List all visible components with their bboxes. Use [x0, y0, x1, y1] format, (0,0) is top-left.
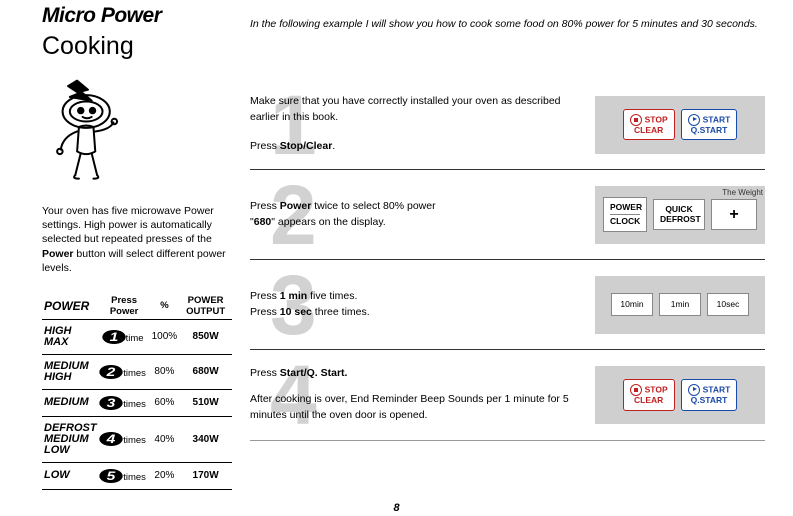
- time-1min-button[interactable]: 1min: [659, 293, 701, 316]
- row-output: 170W: [179, 462, 232, 489]
- stop-clear-button[interactable]: STOP CLEAR: [623, 109, 675, 140]
- stop-icon: [630, 114, 642, 126]
- step4-text-b: After cooking is over, End Reminder Beep…: [250, 392, 581, 424]
- table-row: MEDIUMHIGH2times80%680W: [42, 354, 232, 389]
- step2-b-post: " appears on the display.: [271, 216, 385, 228]
- defrost-l2: DEFROST: [660, 215, 698, 224]
- power-table: POWER Press Power % POWER OUTPUT HIGHMAX…: [42, 293, 232, 490]
- plus-button[interactable]: +: [711, 199, 757, 231]
- step2-a-bold: Power: [280, 200, 312, 212]
- oven-note: Your oven has five microwave Power setti…: [42, 204, 242, 275]
- table-row: DEFROSTMEDIUMLOW4times40%340W: [42, 416, 232, 462]
- time-10min-button[interactable]: 10min: [611, 293, 653, 316]
- row-label: HIGHMAX: [42, 319, 99, 354]
- panel-step3: 10min 1min 10sec: [595, 276, 765, 334]
- start-icon: [688, 114, 700, 126]
- step1-text-a: Make sure that you have correctly instal…: [250, 94, 581, 126]
- panel-step2: The Weight POWER CLOCK QUICK DEFROST +: [595, 186, 765, 244]
- start-l2-b: Q.START: [688, 396, 731, 405]
- start-l1: START: [703, 114, 731, 124]
- start-qstart-button[interactable]: START Q.START: [681, 109, 738, 140]
- start-icon: [688, 384, 700, 396]
- quick-defrost-button[interactable]: QUICK DEFROST: [653, 199, 705, 230]
- step3-b-bold: 10 sec: [280, 306, 312, 318]
- row-pct: 100%: [150, 319, 180, 354]
- th-press: Press Power: [99, 293, 150, 320]
- step3-a-pre: Press: [250, 290, 280, 302]
- step1-b-post: .: [332, 140, 335, 152]
- step3-b-post: three times.: [312, 306, 370, 318]
- step2-b-bold: 680: [254, 216, 272, 228]
- panel-step1: STOP CLEAR START Q.START: [595, 96, 765, 154]
- row-pct: 40%: [150, 416, 180, 462]
- row-pct: 20%: [150, 462, 180, 489]
- step1-b-pre: Press: [250, 140, 280, 152]
- table-row: MEDIUM3times60%510W: [42, 389, 232, 416]
- row-times: 3times: [99, 389, 150, 416]
- row-times: 4times: [99, 416, 150, 462]
- step-2: 2 Press Power twice to select 80% power …: [250, 170, 765, 260]
- step2-a-pre: Press: [250, 200, 280, 212]
- row-label: LOW: [42, 462, 99, 489]
- row-output: 340W: [179, 416, 232, 462]
- power-l2: CLOCK: [610, 214, 640, 226]
- stop-icon: [630, 384, 642, 396]
- step4-a-pre: Press: [250, 367, 280, 379]
- th-power: POWER: [42, 293, 99, 320]
- row-output: 510W: [179, 389, 232, 416]
- row-label: MEDIUM: [42, 389, 99, 416]
- defrost-l1: QUICK: [665, 204, 692, 214]
- title-sub: Cooking: [42, 32, 242, 61]
- page-number: 8: [0, 502, 793, 514]
- note-bold: Power: [42, 248, 74, 260]
- th-pct: %: [150, 293, 180, 320]
- step-3: 3 Press 1 min five times. Press 10 sec t…: [250, 260, 765, 350]
- step3-a-post: five times.: [307, 290, 357, 302]
- mascot-icon: [42, 77, 242, 198]
- row-times: 2times: [99, 354, 150, 389]
- title-main: Micro Power: [42, 4, 242, 28]
- stop-l1: STOP: [645, 114, 668, 124]
- time-10sec-button[interactable]: 10sec: [707, 293, 749, 316]
- start-l1-b: START: [703, 385, 731, 395]
- row-times: 5times: [99, 462, 150, 489]
- stop-l2-b: CLEAR: [630, 396, 668, 405]
- table-row: LOW5times20%170W: [42, 462, 232, 489]
- step3-b-pre: Press: [250, 306, 280, 318]
- step-1: 1 Make sure that you have correctly inst…: [250, 80, 765, 170]
- panel-step4: STOP CLEAR START Q.START: [595, 366, 765, 424]
- step-4: 4 Press Start/Q. Start. After cooking is…: [250, 350, 765, 440]
- step1-b-bold: Stop/Clear: [280, 140, 333, 152]
- row-output: 850W: [179, 319, 232, 354]
- step2-a-post: twice to select 80% power: [311, 200, 435, 212]
- row-times: 1time: [99, 319, 150, 354]
- row-output: 680W: [179, 354, 232, 389]
- row-label: MEDIUMHIGH: [42, 354, 99, 389]
- start-l2: Q.START: [688, 126, 731, 135]
- step3-a-bold: 1 min: [280, 290, 307, 302]
- step4-a-bold: Start/Q. Start.: [280, 367, 348, 379]
- intro-text: In the following example I will show you…: [250, 18, 765, 30]
- note-pre: Your oven has five microwave Power setti…: [42, 205, 214, 245]
- stop-l1-b: STOP: [645, 385, 668, 395]
- panel-label-weight: The Weight: [722, 188, 763, 197]
- row-pct: 80%: [150, 354, 180, 389]
- start-qstart-button-2[interactable]: START Q.START: [681, 379, 738, 410]
- row-label: DEFROSTMEDIUMLOW: [42, 416, 99, 462]
- row-pct: 60%: [150, 389, 180, 416]
- th-output: POWER OUTPUT: [179, 293, 232, 320]
- stop-l2: CLEAR: [630, 126, 668, 135]
- table-row: HIGHMAX1time100%850W: [42, 319, 232, 354]
- power-clock-button[interactable]: POWER CLOCK: [603, 197, 647, 233]
- power-l1: POWER: [610, 202, 642, 212]
- stop-clear-button-2[interactable]: STOP CLEAR: [623, 379, 675, 410]
